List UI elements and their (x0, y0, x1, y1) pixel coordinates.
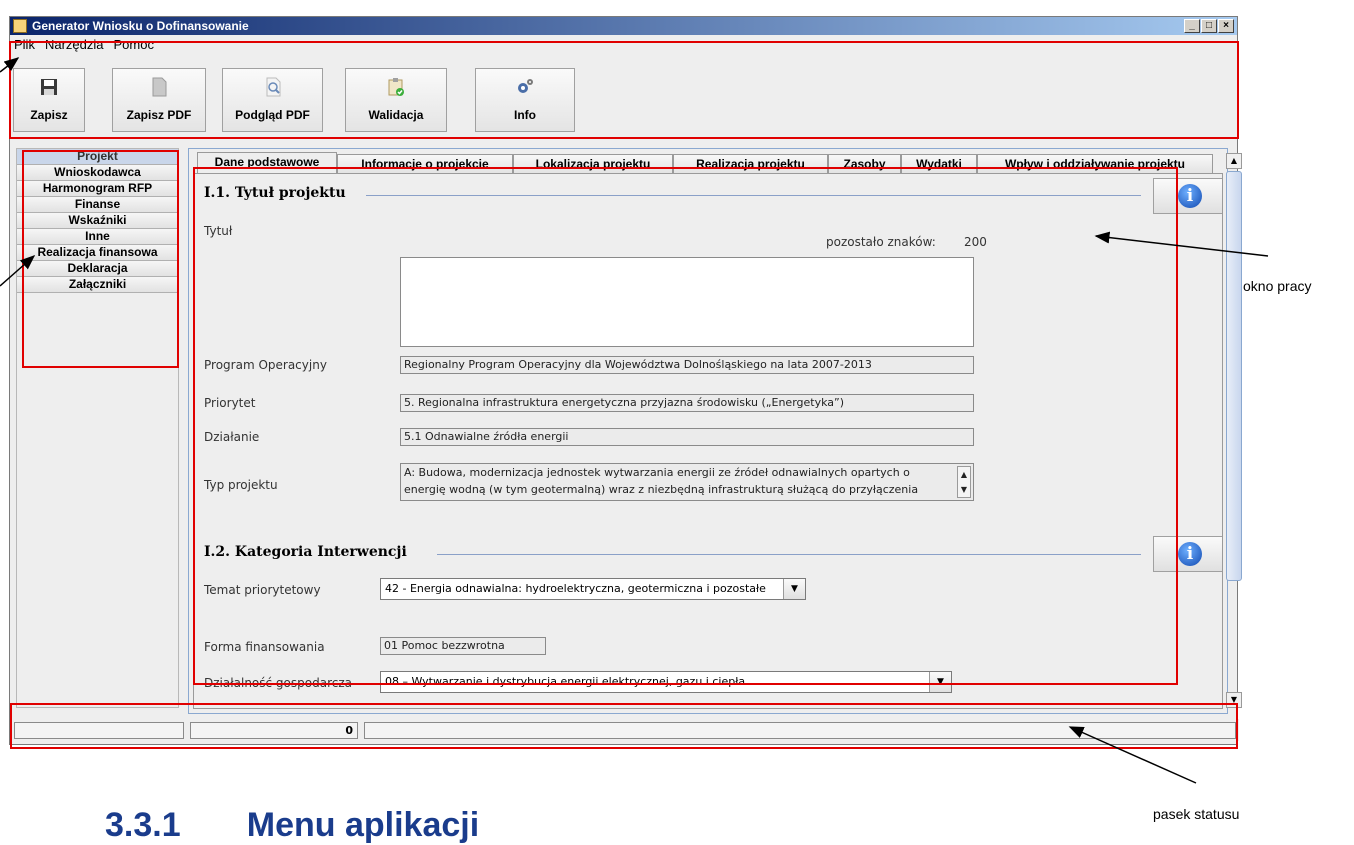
arrow-work-window (1094, 231, 1269, 257)
annotation-status-bar-label: pasek statusu (1153, 806, 1240, 822)
arrow-toolbar (0, 57, 20, 73)
annotation-arrows (0, 57, 1269, 784)
arrow-sidebar (0, 255, 36, 287)
arrow-status-bar (1068, 726, 1197, 784)
annotation-work-window-label: okno pracy (1243, 278, 1312, 294)
document-heading: 3.3.1 Menu aplikacji (105, 806, 480, 844)
